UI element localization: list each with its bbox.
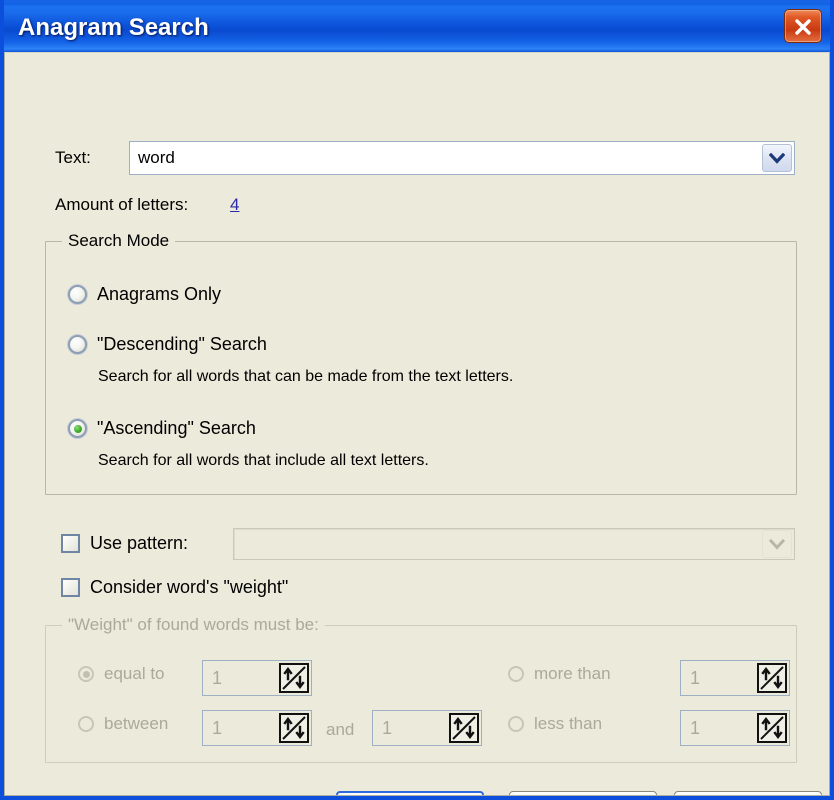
radio-button-icon xyxy=(78,666,94,682)
radio-button-icon xyxy=(68,285,87,304)
radio-between: between xyxy=(78,714,168,734)
window-title: Anagram Search xyxy=(18,14,209,41)
checkbox-icon xyxy=(61,534,80,553)
chevron-down-icon xyxy=(762,530,792,558)
spinner-glyph xyxy=(452,716,476,740)
chevron-down-icon[interactable] xyxy=(762,144,792,172)
radio-label: "Descending" Search xyxy=(97,334,267,354)
amount-of-letters-label: Amount of letters: xyxy=(55,195,189,214)
spinner-glyph xyxy=(282,716,306,740)
radio-anagrams-only[interactable]: Anagrams Only xyxy=(68,284,221,305)
consider-weight-label: Consider word's "weight" xyxy=(90,577,289,597)
spinner-value: 1 xyxy=(690,717,701,738)
search-mode-group-title: Search Mode xyxy=(62,231,176,251)
amount-of-letters-value: 4 xyxy=(230,195,240,214)
radio-more-than: more than xyxy=(508,664,611,684)
close-icon[interactable] xyxy=(784,9,822,43)
radio-button-icon xyxy=(508,716,524,732)
text-field-row: Text: word xyxy=(55,141,795,175)
and-label: and xyxy=(326,720,355,739)
spinner-glyph xyxy=(282,666,306,690)
cancel-button[interactable]: Cancel xyxy=(509,791,657,795)
more-than-spinner: 1 xyxy=(680,660,790,696)
spinner-value: 1 xyxy=(212,667,223,688)
weight-group: "Weight" of found words must be: equal t… xyxy=(45,615,797,763)
dialog-window: Anagram Search Text: word Amount of lett… xyxy=(0,0,834,800)
chevron-down-glyph xyxy=(769,538,785,550)
radio-label: Anagrams Only xyxy=(97,284,222,304)
less-than-spinner: 1 xyxy=(680,710,790,746)
close-x-glyph xyxy=(795,19,811,35)
radio-button-icon xyxy=(78,716,94,732)
spinner-glyph xyxy=(760,666,784,690)
radio-button-icon xyxy=(68,419,87,438)
consider-weight-checkbox[interactable]: Consider word's "weight" xyxy=(61,577,288,598)
text-label: Text: xyxy=(55,148,91,167)
chevron-down-glyph xyxy=(769,152,785,164)
radio-label: "Ascending" Search xyxy=(97,418,256,438)
radio-label: between xyxy=(104,714,169,733)
between-spinner: 1 xyxy=(202,710,312,746)
radio-less-than: less than xyxy=(508,714,602,734)
spinner-value: 1 xyxy=(212,717,223,738)
pattern-combobox xyxy=(233,528,795,560)
spinner-up-down-icon xyxy=(279,713,309,743)
radio-label: equal to xyxy=(104,664,165,683)
spinner-value: 1 xyxy=(690,667,701,688)
dialog-body: Text: word Amount of letters: 4 Search M… xyxy=(4,52,830,796)
search-mode-group: Search Mode Anagrams Only "Descending" S… xyxy=(45,231,797,495)
use-pattern-checkbox[interactable]: Use pattern: xyxy=(61,533,188,554)
spinner-value: 1 xyxy=(382,717,393,738)
text-input[interactable]: word xyxy=(130,148,762,168)
radio-label: more than xyxy=(534,664,611,683)
radio-button-icon xyxy=(68,335,87,354)
radio-equal-to: equal to xyxy=(78,664,165,684)
help-button[interactable]: Help xyxy=(674,791,822,795)
spinner-up-down-icon xyxy=(449,713,479,743)
equal-to-spinner: 1 xyxy=(202,660,312,696)
radio-ascending-search[interactable]: "Ascending" Search xyxy=(68,418,256,439)
radio-descending-search[interactable]: "Descending" Search xyxy=(68,334,267,355)
spinner-glyph xyxy=(760,716,784,740)
amount-of-letters-row: Amount of letters: 4 xyxy=(55,195,239,215)
radio-description: Search for all words that include all te… xyxy=(98,452,429,469)
spinner-up-down-icon xyxy=(757,713,787,743)
spinner-up-down-icon xyxy=(279,663,309,693)
title-bar: Anagram Search xyxy=(4,0,830,52)
use-pattern-label: Use pattern: xyxy=(90,533,189,553)
radio-button-icon xyxy=(508,666,524,682)
weight-group-title: "Weight" of found words must be: xyxy=(62,615,325,635)
spinner-up-down-icon xyxy=(757,663,787,693)
checkbox-icon xyxy=(61,578,80,597)
radio-label: less than xyxy=(534,714,603,733)
text-combobox[interactable]: word xyxy=(129,141,795,175)
search-button[interactable]: Search xyxy=(336,791,484,795)
radio-description: Search for all words that can be made fr… xyxy=(98,368,514,385)
and-spinner: 1 xyxy=(372,710,482,746)
